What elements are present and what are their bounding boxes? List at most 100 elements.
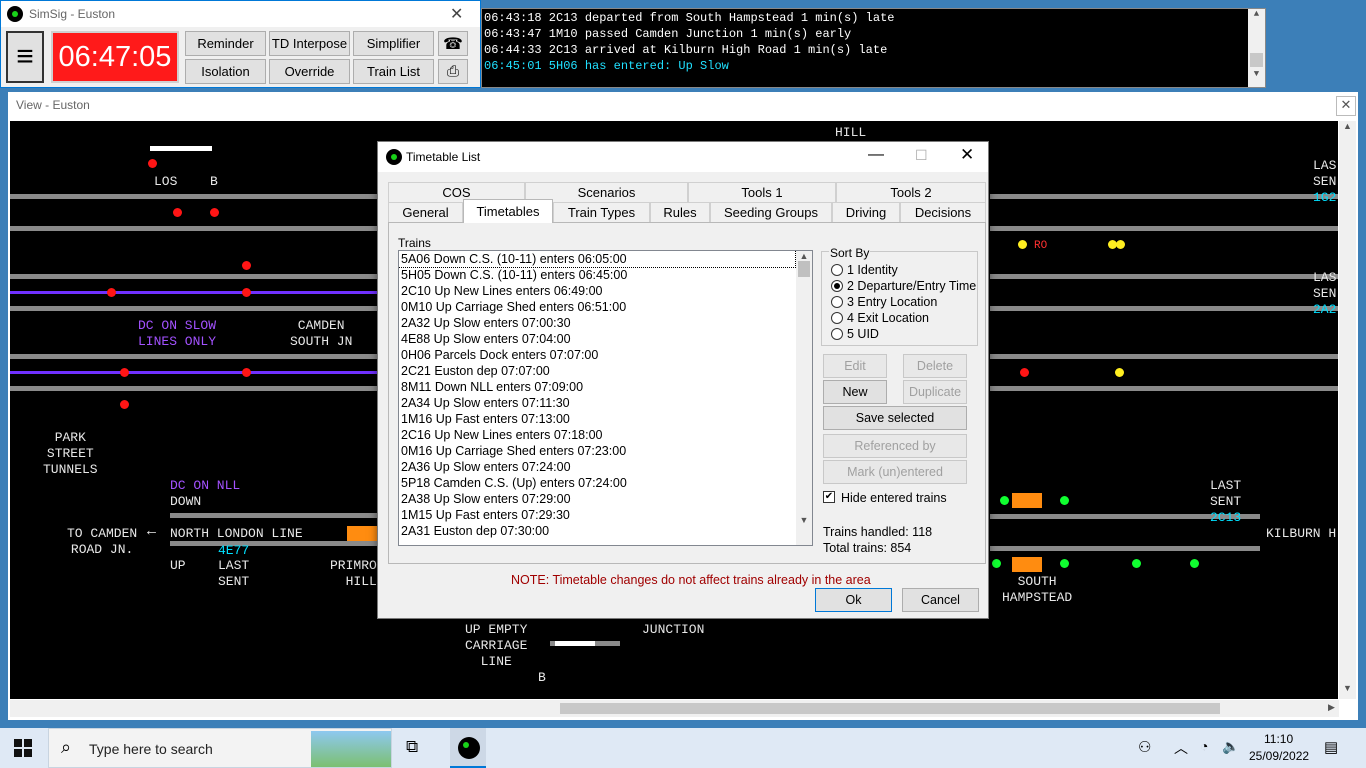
ok-button[interactable]: Ok xyxy=(815,588,892,612)
signal[interactable] xyxy=(1060,496,1069,505)
train-list-item[interactable]: 0M10 Up Carriage Shed enters 06:51:00 xyxy=(399,299,795,315)
printer-icon[interactable]: ⎙ xyxy=(438,59,468,84)
td-interpose-button[interactable]: TD Interpose xyxy=(269,31,350,56)
signal[interactable] xyxy=(173,208,182,217)
message-log[interactable]: 06:43:18 2C13 departed from South Hampst… xyxy=(481,8,1266,88)
train-list-item[interactable]: 2A31 Euston dep 07:30:00 xyxy=(399,523,795,539)
save-selected-button[interactable]: Save selected xyxy=(823,406,967,430)
simsig-taskbar-button[interactable] xyxy=(450,728,486,768)
sort-radio[interactable] xyxy=(831,264,843,276)
tab-driving[interactable]: Driving xyxy=(832,202,900,222)
override-button[interactable]: Override xyxy=(269,59,350,84)
signal[interactable] xyxy=(1020,368,1029,377)
edit-button[interactable]: Edit xyxy=(823,354,887,378)
train-list-item[interactable]: 2C10 Up New Lines enters 06:49:00 xyxy=(399,283,795,299)
signal[interactable] xyxy=(210,208,219,217)
tab-train-types[interactable]: Train Types xyxy=(553,202,650,222)
tab-timetables[interactable]: Timetables xyxy=(463,199,553,223)
tab-general[interactable]: General xyxy=(388,202,463,222)
hide-entered-checkbox[interactable]: ✔ xyxy=(823,491,835,503)
scroll-right-icon[interactable]: ▶ xyxy=(1328,702,1335,713)
list-scrollbar[interactable]: ▲ ▼ xyxy=(796,251,812,545)
signal[interactable] xyxy=(148,159,157,168)
people-icon[interactable]: ⚇ xyxy=(1138,738,1151,756)
signal[interactable] xyxy=(120,368,129,377)
taskbar-date[interactable]: 25/09/2022 xyxy=(1249,749,1309,763)
signal[interactable] xyxy=(992,559,1001,568)
tab-seeding-groups[interactable]: Seeding Groups xyxy=(710,202,832,222)
train-list-item[interactable]: 0H06 Parcels Dock enters 07:07:00 xyxy=(399,347,795,363)
notification-icon[interactable]: ▤ xyxy=(1324,738,1338,756)
signal[interactable] xyxy=(1018,240,1027,249)
location-label: TO CAMDEN ROAD JN. xyxy=(67,526,138,557)
signal[interactable] xyxy=(107,288,116,297)
taskbar-time[interactable]: 11:10 xyxy=(1264,732,1293,746)
sort-radio[interactable] xyxy=(831,312,843,324)
signal[interactable] xyxy=(1132,559,1141,568)
train-list-item[interactable]: 2A32 Up Slow enters 07:00:30 xyxy=(399,315,795,331)
train-list-item[interactable]: 1M15 Up Fast enters 07:29:30 xyxy=(399,507,795,523)
close-icon[interactable]: ✕ xyxy=(1336,96,1356,116)
signal[interactable] xyxy=(242,261,251,270)
sort-radio[interactable] xyxy=(831,328,843,340)
sort-radio[interactable] xyxy=(831,296,843,308)
track xyxy=(10,306,390,311)
referenced-by-button[interactable]: Referenced by xyxy=(823,434,967,458)
horizontal-scrollbar[interactable]: ▶ xyxy=(10,700,1339,717)
train-list-item[interactable]: 2A36 Up Slow enters 07:24:00 xyxy=(399,459,795,475)
train-list-item[interactable]: 8M11 Down NLL enters 07:09:00 xyxy=(399,379,795,395)
train-berth[interactable] xyxy=(1012,493,1042,508)
signal[interactable] xyxy=(242,288,251,297)
task-view-icon[interactable]: ⧉ xyxy=(406,737,418,757)
tab-decisions[interactable]: Decisions xyxy=(900,202,986,222)
train-list-item[interactable]: 5P18 Camden C.S. (Up) enters 07:24:00 xyxy=(399,475,795,491)
delete-button[interactable]: Delete xyxy=(903,354,967,378)
close-icon[interactable]: ✕ xyxy=(960,145,974,165)
signal[interactable] xyxy=(1060,559,1069,568)
telephone-icon[interactable]: ☎ xyxy=(438,31,468,56)
simplifier-button[interactable]: Simplifier xyxy=(353,31,434,56)
vertical-scrollbar[interactable]: ▲ ▼ xyxy=(1339,121,1356,699)
new-button[interactable]: New xyxy=(823,380,887,404)
scroll-thumb[interactable] xyxy=(560,703,1220,714)
signal[interactable] xyxy=(1115,368,1124,377)
menu-button[interactable]: ≡ xyxy=(6,31,44,83)
search-box[interactable]: ⌕ Type here to search xyxy=(48,728,392,768)
chevron-up-icon[interactable]: ︿ xyxy=(1174,738,1188,758)
train-list-item[interactable]: 2C21 Euston dep 07:07:00 xyxy=(399,363,795,379)
train-list-item[interactable]: 2A38 Up Slow enters 07:29:00 xyxy=(399,491,795,507)
close-icon[interactable]: ✕ xyxy=(450,4,463,24)
signal[interactable] xyxy=(1116,240,1125,249)
trains-list[interactable]: 5A06 Down C.S. (10-11) enters 06:05:00 5H… xyxy=(398,250,813,546)
hamburger-icon: ≡ xyxy=(16,40,34,73)
signal[interactable] xyxy=(242,368,251,377)
train-list-item[interactable]: 4E88 Up Slow enters 07:04:00 xyxy=(399,331,795,347)
signal[interactable] xyxy=(1000,496,1009,505)
volume-icon[interactable]: 🔈 xyxy=(1222,738,1239,755)
windows-start-icon[interactable] xyxy=(14,739,32,757)
duplicate-button[interactable]: Duplicate xyxy=(903,380,967,404)
tab-tools2[interactable]: Tools 2 xyxy=(836,182,986,202)
signal[interactable] xyxy=(120,400,129,409)
train-list-item[interactable]: 2C16 Up New Lines enters 07:18:00 xyxy=(399,427,795,443)
network-icon[interactable]: ◔ xyxy=(1200,738,1208,754)
mark-unentered-button[interactable]: Mark (un)entered xyxy=(823,460,967,484)
berth-label: 4E77 xyxy=(218,543,250,558)
tab-tools1[interactable]: Tools 1 xyxy=(688,182,836,202)
reminder-button[interactable]: Reminder xyxy=(185,31,266,56)
train-list-item[interactable]: 2A34 Up Slow enters 07:11:30 xyxy=(399,395,795,411)
train-list-item[interactable]: 0M16 Up Carriage Shed enters 07:23:00 xyxy=(399,443,795,459)
train-list-button[interactable]: Train List xyxy=(353,59,434,84)
signal[interactable] xyxy=(1190,559,1199,568)
sort-radio[interactable] xyxy=(831,280,843,292)
train-list-item[interactable]: 5A06 Down C.S. (10-11) enters 06:05:00 xyxy=(399,251,796,268)
train-list-item[interactable]: 5H05 Down C.S. (10-11) enters 06:45:00 xyxy=(399,267,795,283)
train-berth[interactable] xyxy=(347,526,377,541)
train-list-item[interactable]: 1M16 Up Fast enters 07:13:00 xyxy=(399,411,795,427)
log-scrollbar[interactable]: ▲ ▼ xyxy=(1248,9,1265,87)
minimize-icon[interactable]: — xyxy=(868,146,884,164)
cancel-button[interactable]: Cancel xyxy=(902,588,979,612)
isolation-button[interactable]: Isolation xyxy=(185,59,266,84)
train-berth[interactable] xyxy=(1012,557,1042,572)
tab-rules[interactable]: Rules xyxy=(650,202,710,222)
